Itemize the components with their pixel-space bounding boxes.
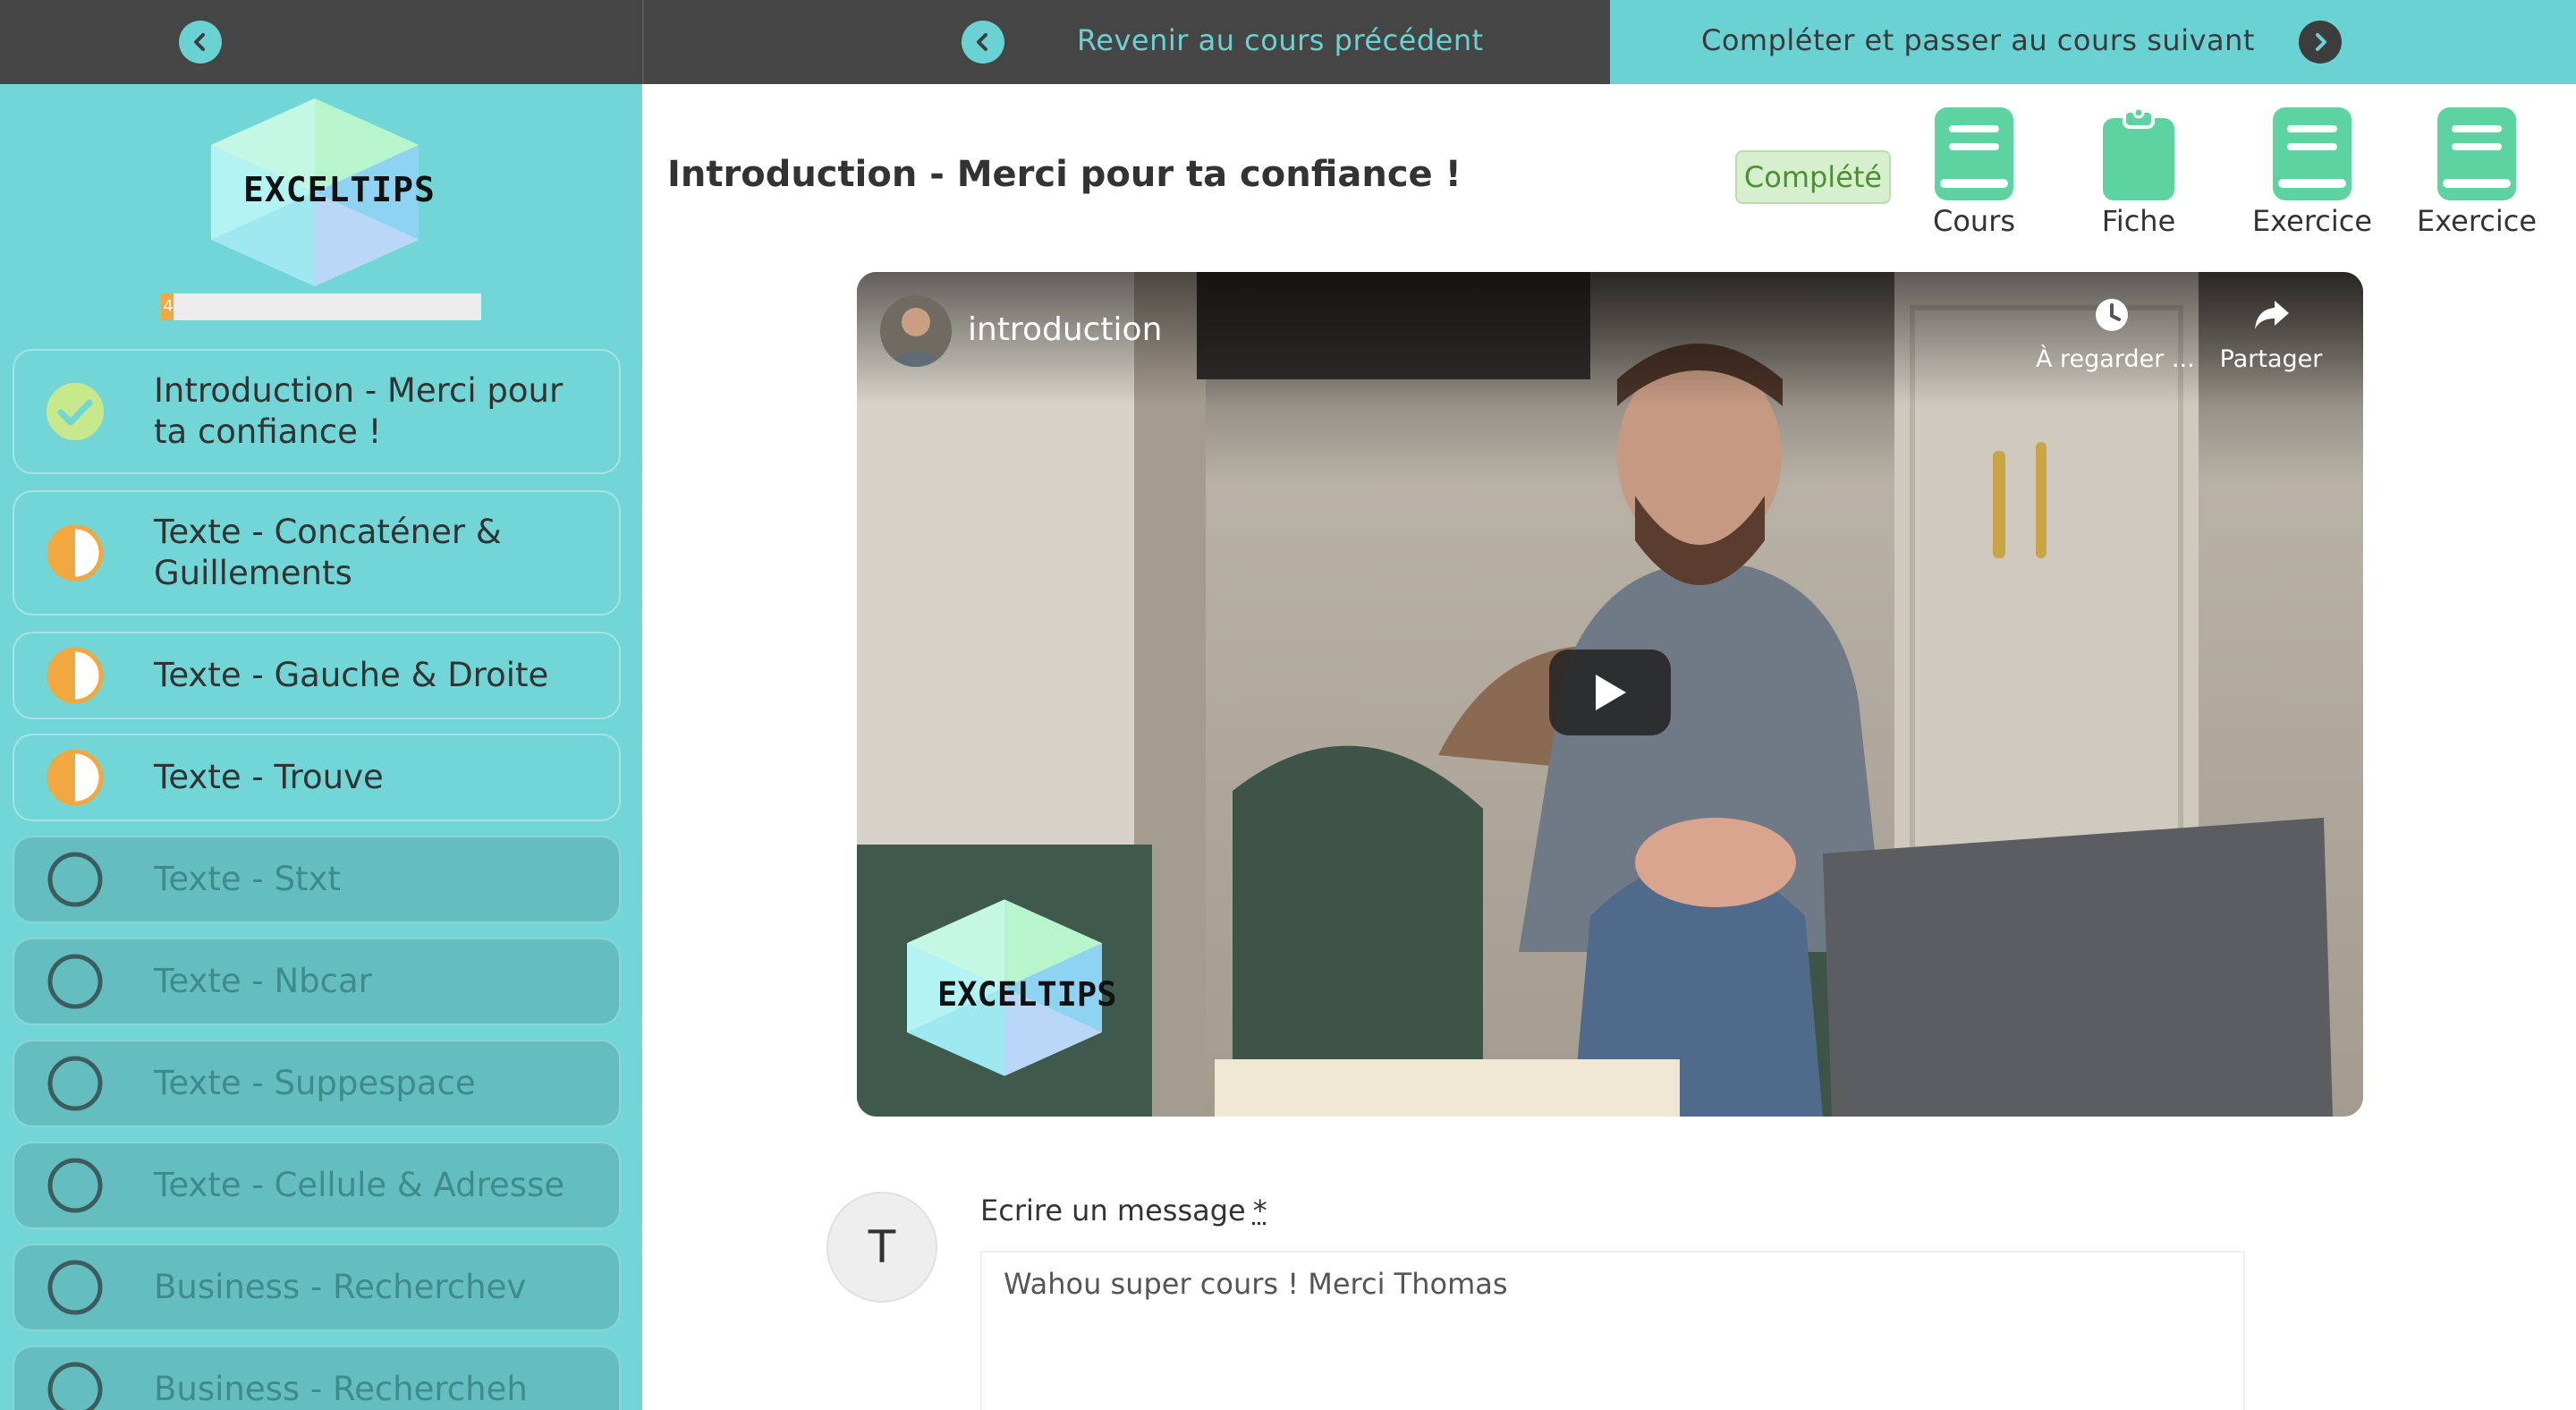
- lesson-item-stxt[interactable]: Texte - Stxt: [13, 836, 621, 923]
- collapse-sidebar-button[interactable]: [179, 21, 222, 64]
- course-progress-bar: 4: [161, 293, 481, 320]
- lesson-content: Introduction - Merci pour ta confiance !…: [644, 84, 2576, 1410]
- lesson-title: Texte - Suppespace: [154, 1063, 592, 1104]
- progress-value: 4: [161, 297, 175, 317]
- message-label-text: Ecrire un message: [980, 1193, 1246, 1227]
- resource-label: Fiche: [2063, 204, 2215, 238]
- empty-circle-icon: [47, 953, 104, 1010]
- previous-circle: [962, 21, 1004, 64]
- video-title[interactable]: introduction: [968, 311, 1162, 348]
- empty-circle-icon: [47, 1055, 104, 1112]
- play-button[interactable]: [1549, 650, 1671, 735]
- lesson-title: Texte - Stxt: [154, 859, 592, 900]
- previous-lesson-label: Revenir au cours précédent: [1077, 23, 1484, 57]
- lesson-title: Texte - Gauche & Droite: [154, 655, 592, 696]
- resource-cours[interactable]: Cours: [1898, 107, 2050, 251]
- play-icon: [1592, 673, 1628, 712]
- course-sidebar: EXCELTIPS 4 Introduction - Merci pour ta…: [0, 84, 642, 1410]
- lesson-title: Introduction - Merci pour ta confiance !: [154, 370, 592, 453]
- resource-exercice-2[interactable]: Exercice: [2401, 107, 2553, 251]
- share-label: Partager: [2213, 345, 2329, 373]
- check-circle-icon: [47, 383, 104, 440]
- clock-icon: [2092, 295, 2131, 335]
- lesson-title: Business - Rechercheh: [154, 1369, 592, 1410]
- watch-later-button[interactable]: À regarder ...: [2036, 295, 2188, 385]
- video-player[interactable]: introduction À regarder ... Partager EXC…: [857, 272, 2363, 1117]
- chevron-left-icon: [972, 31, 994, 53]
- message-textarea[interactable]: Wahou super cours ! Merci Thomas: [980, 1251, 2245, 1410]
- empty-circle-icon: [47, 851, 104, 908]
- lesson-item-gauche-droite[interactable]: Texte - Gauche & Droite: [13, 632, 621, 719]
- next-lesson-label: Compléter et passer au cours suivant: [1701, 23, 2255, 57]
- half-circle-icon: [47, 647, 104, 704]
- sidebar-toggle-area: [0, 0, 642, 84]
- channel-avatar[interactable]: [880, 295, 952, 367]
- half-circle-icon: [47, 524, 104, 582]
- chevron-right-icon: [2309, 31, 2331, 53]
- clipboard-icon: [2097, 107, 2180, 200]
- empty-circle-icon: [47, 1361, 104, 1410]
- lesson-item-cellule-adresse[interactable]: Texte - Cellule & Adresse: [13, 1142, 621, 1229]
- lesson-item-recherchev[interactable]: Business - Recherchev: [13, 1244, 621, 1331]
- lesson-item-rechercheh[interactable]: Business - Rechercheh: [13, 1346, 621, 1410]
- next-circle: [2299, 21, 2342, 64]
- watch-later-label: À regarder ...: [2036, 345, 2188, 373]
- lesson-item-trouve[interactable]: Texte - Trouve: [13, 734, 621, 821]
- book-icon: [2436, 107, 2518, 200]
- complete-and-next-button[interactable]: Compléter et passer au cours suivant: [1610, 0, 2576, 84]
- share-arrow-icon: [2251, 295, 2291, 335]
- message-label: Ecrire un message *: [980, 1193, 1267, 1227]
- resource-label: Exercice: [2401, 204, 2553, 238]
- lesson-item-introduction[interactable]: Introduction - Merci pour ta confiance !: [13, 349, 621, 474]
- chevron-left-icon: [190, 31, 211, 53]
- empty-circle-icon: [47, 1259, 104, 1316]
- empty-circle-icon: [47, 1157, 104, 1214]
- lesson-item-suppespace[interactable]: Texte - Suppespace: [13, 1040, 621, 1127]
- resource-exercice-1[interactable]: Exercice: [2236, 107, 2388, 251]
- top-navigation-bar: Revenir au cours précédent Compléter et …: [0, 0, 2576, 84]
- video-watermark-text: EXCELTIPS: [937, 975, 1116, 1014]
- lesson-title: Texte - Nbcar: [154, 961, 592, 1002]
- user-avatar: T: [826, 1192, 937, 1303]
- required-mark: *: [1253, 1193, 1267, 1227]
- lesson-title: Texte - Concaténer & Guillements: [154, 512, 592, 594]
- resource-fiche[interactable]: Fiche: [2063, 107, 2215, 251]
- previous-lesson-button[interactable]: Revenir au cours précédent: [644, 0, 1610, 84]
- resource-label: Exercice: [2236, 204, 2388, 238]
- lesson-item-nbcar[interactable]: Texte - Nbcar: [13, 938, 621, 1025]
- book-icon: [1933, 107, 2015, 200]
- share-button[interactable]: Partager: [2213, 295, 2329, 385]
- half-circle-icon: [47, 749, 104, 806]
- lesson-title: Texte - Cellule & Adresse: [154, 1165, 592, 1206]
- logo-text: EXCELTIPS: [243, 170, 436, 209]
- page-title: Introduction - Merci pour ta confiance !: [667, 154, 1462, 195]
- resource-label: Cours: [1898, 204, 2050, 238]
- lesson-item-concatener[interactable]: Texte - Concaténer & Guillements: [13, 490, 621, 616]
- avatar: [880, 295, 952, 367]
- lesson-title: Business - Recherchev: [154, 1267, 592, 1308]
- status-badge: Complété: [1735, 150, 1891, 204]
- book-icon: [2271, 107, 2353, 200]
- lesson-title: Texte - Trouve: [154, 757, 592, 798]
